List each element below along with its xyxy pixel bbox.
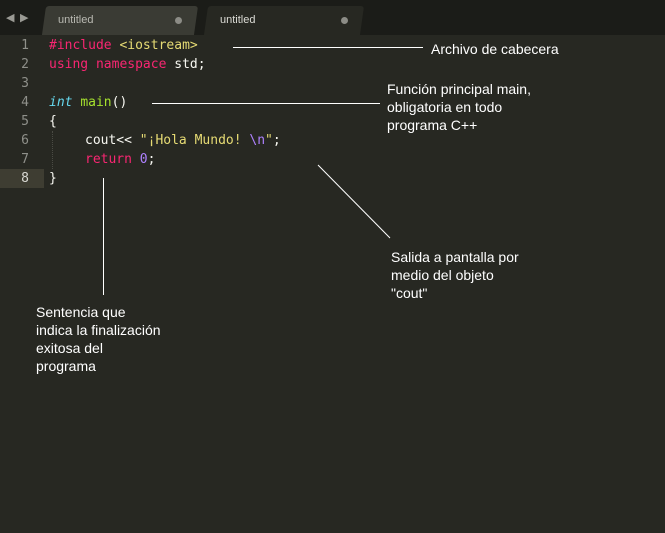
cout-pointer-line [317, 164, 391, 239]
annotation-main-line: obligatoria en todo [387, 99, 503, 115]
annotation-return-line: exitosa del [36, 340, 103, 356]
annotation-return-line: programa [36, 358, 96, 374]
annotation-return: Sentencia que indica la finalización exi… [36, 303, 161, 375]
annotation-cout: Salida a pantalla por medio del objeto "… [391, 248, 519, 302]
annotation-header: Archivo de cabecera [431, 41, 559, 57]
annotation-main-line: Función principal main, [387, 81, 531, 97]
annotation-cout-line: medio del objeto [391, 267, 494, 283]
annotation-main-line: programa C++ [387, 117, 478, 133]
annotation-cout-line: Salida a pantalla por [391, 249, 519, 265]
annotation-return-line: indica la finalización [36, 322, 161, 338]
annotation-return-line: Sentencia que [36, 304, 126, 320]
annotation-cout-line: "cout" [391, 285, 428, 301]
annotation-main: Función principal main, obligatoria en t… [387, 80, 531, 134]
